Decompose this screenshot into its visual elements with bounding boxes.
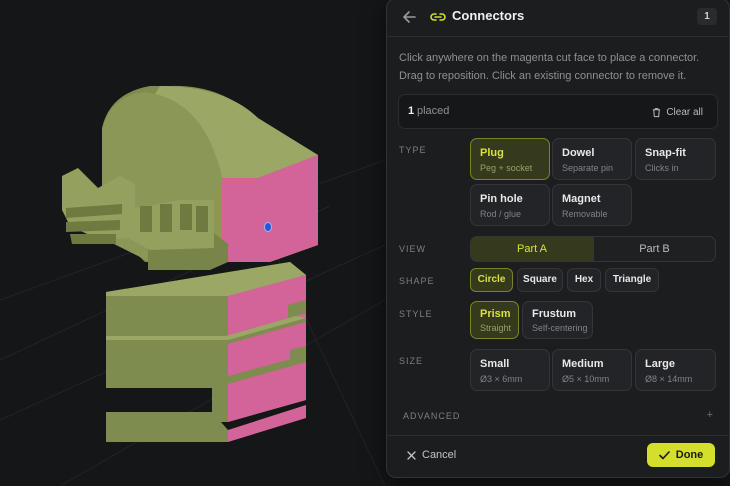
placed-summary: 1 placed Clear all [398,94,718,129]
panel-footer: Cancel Done [387,435,729,477]
type-title: Pin hole [480,193,523,205]
type-title: Magnet [562,193,601,205]
size-option-large[interactable]: Large Ø8 × 14mm [635,349,716,391]
view-section-label: VIEW [399,244,427,254]
size-option-small[interactable]: Small Ø3 × 6mm [470,349,550,391]
placed-count: 1 [408,105,415,117]
type-option-plug[interactable]: Plug Peg + socket [470,138,550,180]
type-subtitle: Peg + socket [480,163,533,173]
done-label: Done [675,449,704,461]
view-toggle: Part A Part B [470,236,716,262]
type-option-dowel[interactable]: Dowel Separate pin [552,138,632,180]
style-section-label: STYLE [399,309,433,319]
size-subtitle: Ø5 × 10mm [562,374,610,384]
check-icon [658,450,670,459]
link-icon [430,13,446,21]
view-part-b-button[interactable]: Part B [594,237,715,261]
connectors-panel: Connectors 1 Click anywhere on the magen… [386,0,730,478]
back-arrow-icon[interactable] [401,8,419,26]
size-title: Medium [562,358,604,370]
size-subtitle: Ø8 × 14mm [645,374,693,384]
size-section-label: SIZE [399,356,424,366]
type-subtitle: Clicks in [645,163,679,173]
type-option-snap-fit[interactable]: Snap-fit Clicks in [635,138,716,180]
type-option-magnet[interactable]: Magnet Removable [552,184,632,226]
shape-option-square[interactable]: Square [517,268,563,292]
type-subtitle: Rod / glue [480,209,522,219]
view-part-a-button[interactable]: Part A [471,237,594,261]
panel-description: Click anywhere on the magenta cut face t… [399,52,700,82]
trash-icon [653,107,661,117]
style-subtitle: Self-centering [532,323,588,333]
shape-option-hex[interactable]: Hex [567,268,601,292]
style-option-prism[interactable]: Prism Straight [470,301,519,339]
size-title: Small [480,358,510,370]
panel-header: Connectors 1 [387,0,729,37]
style-subtitle: Straight [480,323,512,333]
done-button[interactable]: Done [647,443,715,467]
type-subtitle: Removable [562,209,608,219]
style-option-frustum[interactable]: Frustum Self-centering [522,301,593,339]
clear-all-label: Clear all [666,106,703,118]
shape-section-label: SHAPE [399,276,435,286]
cancel-button[interactable]: Cancel [407,449,456,461]
type-title: Plug [480,147,504,159]
style-title: Prism [480,308,511,320]
type-option-pin-hole[interactable]: Pin hole Rod / glue [470,184,550,226]
type-title: Dowel [562,147,595,159]
placed-label: placed [417,105,450,117]
connector-count-badge: 1 [697,8,717,25]
style-title: Frustum [532,308,576,320]
advanced-expand-icon[interactable]: + [707,409,713,421]
connector-marker-icon[interactable] [264,222,272,232]
panel-title: Connectors [452,8,525,23]
size-subtitle: Ø3 × 6mm [480,374,523,384]
clear-all-button[interactable]: Clear all [651,104,703,120]
type-section-label: TYPE [399,145,427,155]
advanced-section-toggle[interactable]: ADVANCED [403,411,460,421]
size-title: Large [645,358,675,370]
size-option-medium[interactable]: Medium Ø5 × 10mm [552,349,632,391]
close-icon [407,450,416,460]
cancel-label: Cancel [422,449,457,461]
shape-option-circle[interactable]: Circle [470,268,513,292]
type-title: Snap-fit [645,147,686,159]
type-subtitle: Separate pin [562,163,614,173]
shape-option-triangle[interactable]: Triangle [605,268,659,292]
